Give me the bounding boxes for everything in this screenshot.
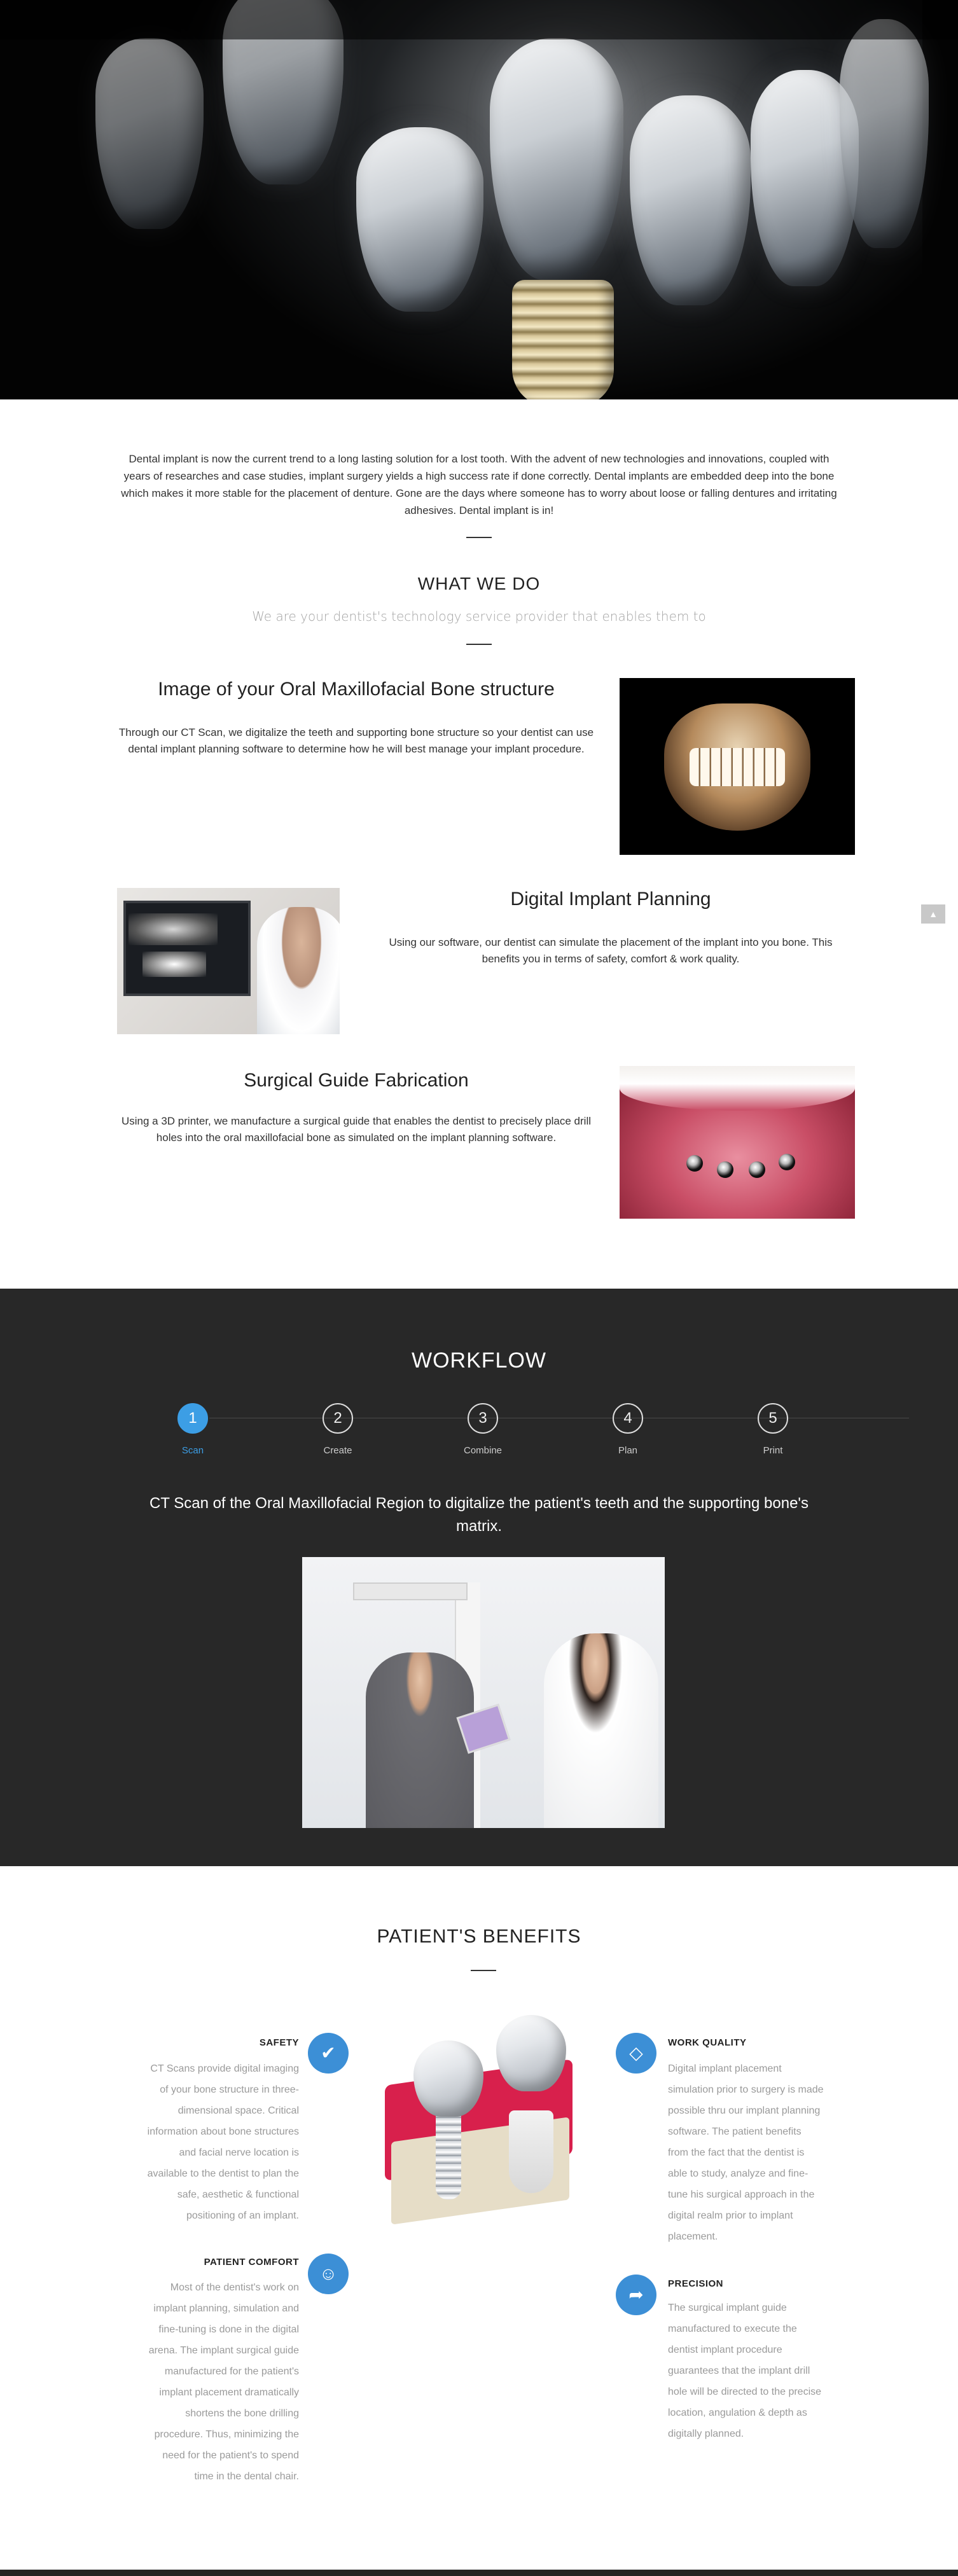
benefit-text: Most of the dentist's work on implant pl… [148, 2282, 299, 2482]
divider [471, 1970, 496, 1971]
feature-text: Using a 3D printer, we manufacture a sur… [121, 1115, 591, 1144]
workflow-step-create[interactable]: 2 [323, 1403, 353, 1434]
skull-teeth [690, 748, 785, 786]
what-we-do-title: WHAT WE DO [417, 574, 541, 593]
benefit-title: WORK QUALITY [668, 2037, 747, 2048]
benefit-text: CT Scans provide digital imaging of your… [147, 2063, 299, 2221]
diamond-icon: ◇ [616, 2033, 656, 2074]
workflow-description: CT Scan of the Oral Maxillofacial Region… [149, 1495, 809, 1535]
hero-banner [0, 0, 958, 399]
feature-title: Surgical Guide Fabrication [244, 1070, 469, 1091]
scan-view [128, 913, 218, 945]
scan-view [142, 952, 206, 977]
feature-text: Using our software, our dentist can simu… [389, 936, 833, 965]
benefit-title: SAFETY [259, 2037, 299, 2048]
workflow-section: WORKFLOW 1 Scan 2 Create 3 Combine 4 Pla… [0, 1289, 958, 1866]
workflow-step-plan[interactable]: 4 [613, 1403, 643, 1434]
hero-implant-screw [512, 280, 614, 399]
doctor-figure [257, 907, 340, 1034]
ct-scan-photo [302, 1557, 665, 1828]
surgical-guide-image [620, 1066, 855, 1219]
hero-tooth [490, 38, 623, 280]
workflow-step-combine[interactable]: 3 [468, 1403, 498, 1434]
smile-icon: ☺ [308, 2254, 349, 2294]
workflow-title: WORKFLOW [412, 1348, 546, 1373]
tooth-crown [496, 2015, 566, 2091]
divider [466, 537, 492, 538]
implant-planning-image [117, 888, 340, 1034]
workflow-step-label[interactable]: Plan [590, 1445, 666, 1456]
workflow-step-label[interactable]: Combine [445, 1445, 521, 1456]
guide-pin [686, 1155, 703, 1172]
scroll-to-top-button[interactable]: ▲ [921, 904, 945, 924]
ct-scan-image [620, 678, 855, 855]
bolt-icon: ➦ [616, 2275, 656, 2315]
guide-pin [717, 1161, 733, 1178]
technician-figure [544, 1633, 658, 1828]
patient-figure [366, 1652, 474, 1828]
feature-title: Digital Implant Planning [510, 889, 711, 910]
workflow-step-label[interactable]: Create [300, 1445, 376, 1456]
teeth-row [620, 1066, 855, 1111]
feature-text: Through our CT Scan, we digitalize the t… [118, 726, 594, 755]
benefit-title: PRECISION [668, 2278, 724, 2289]
what-we-do-subtitle: We are your dentist's technology service… [252, 609, 706, 624]
guide-pin [779, 1154, 795, 1170]
implant-illustration [385, 2015, 579, 2225]
feature-title: Image of your Oral Maxillofacial Bone st… [158, 679, 555, 700]
divider [466, 644, 492, 645]
workflow-step-scan[interactable]: 1 [177, 1403, 208, 1434]
benefits-title: PATIENT'S BENEFITS [377, 1926, 581, 1947]
footer-bar [0, 2570, 958, 2576]
hero-tooth [95, 38, 204, 229]
guide-pin [749, 1161, 765, 1178]
hero-tooth [840, 19, 929, 248]
top-nav-bar [0, 0, 958, 39]
implant-post [436, 2110, 461, 2199]
check-icon: ✔ [308, 2033, 349, 2074]
workflow-step-label[interactable]: Scan [155, 1445, 231, 1456]
scanner-arm [353, 1582, 468, 1600]
tooth-root [509, 2110, 553, 2193]
workflow-step-label[interactable]: Print [735, 1445, 811, 1456]
hero-tooth [356, 127, 483, 312]
benefit-text: The surgical implant guide manufactured … [668, 2302, 822, 2439]
hero-tooth [630, 95, 751, 305]
intro-text: Dental implant is now the current trend … [121, 453, 837, 516]
benefit-title: PATIENT COMFORT [204, 2257, 299, 2268]
workflow-step-print[interactable]: 5 [758, 1403, 788, 1434]
implant-crown [413, 2040, 483, 2117]
benefit-text: Digital implant placement simulation pri… [668, 2063, 824, 2242]
